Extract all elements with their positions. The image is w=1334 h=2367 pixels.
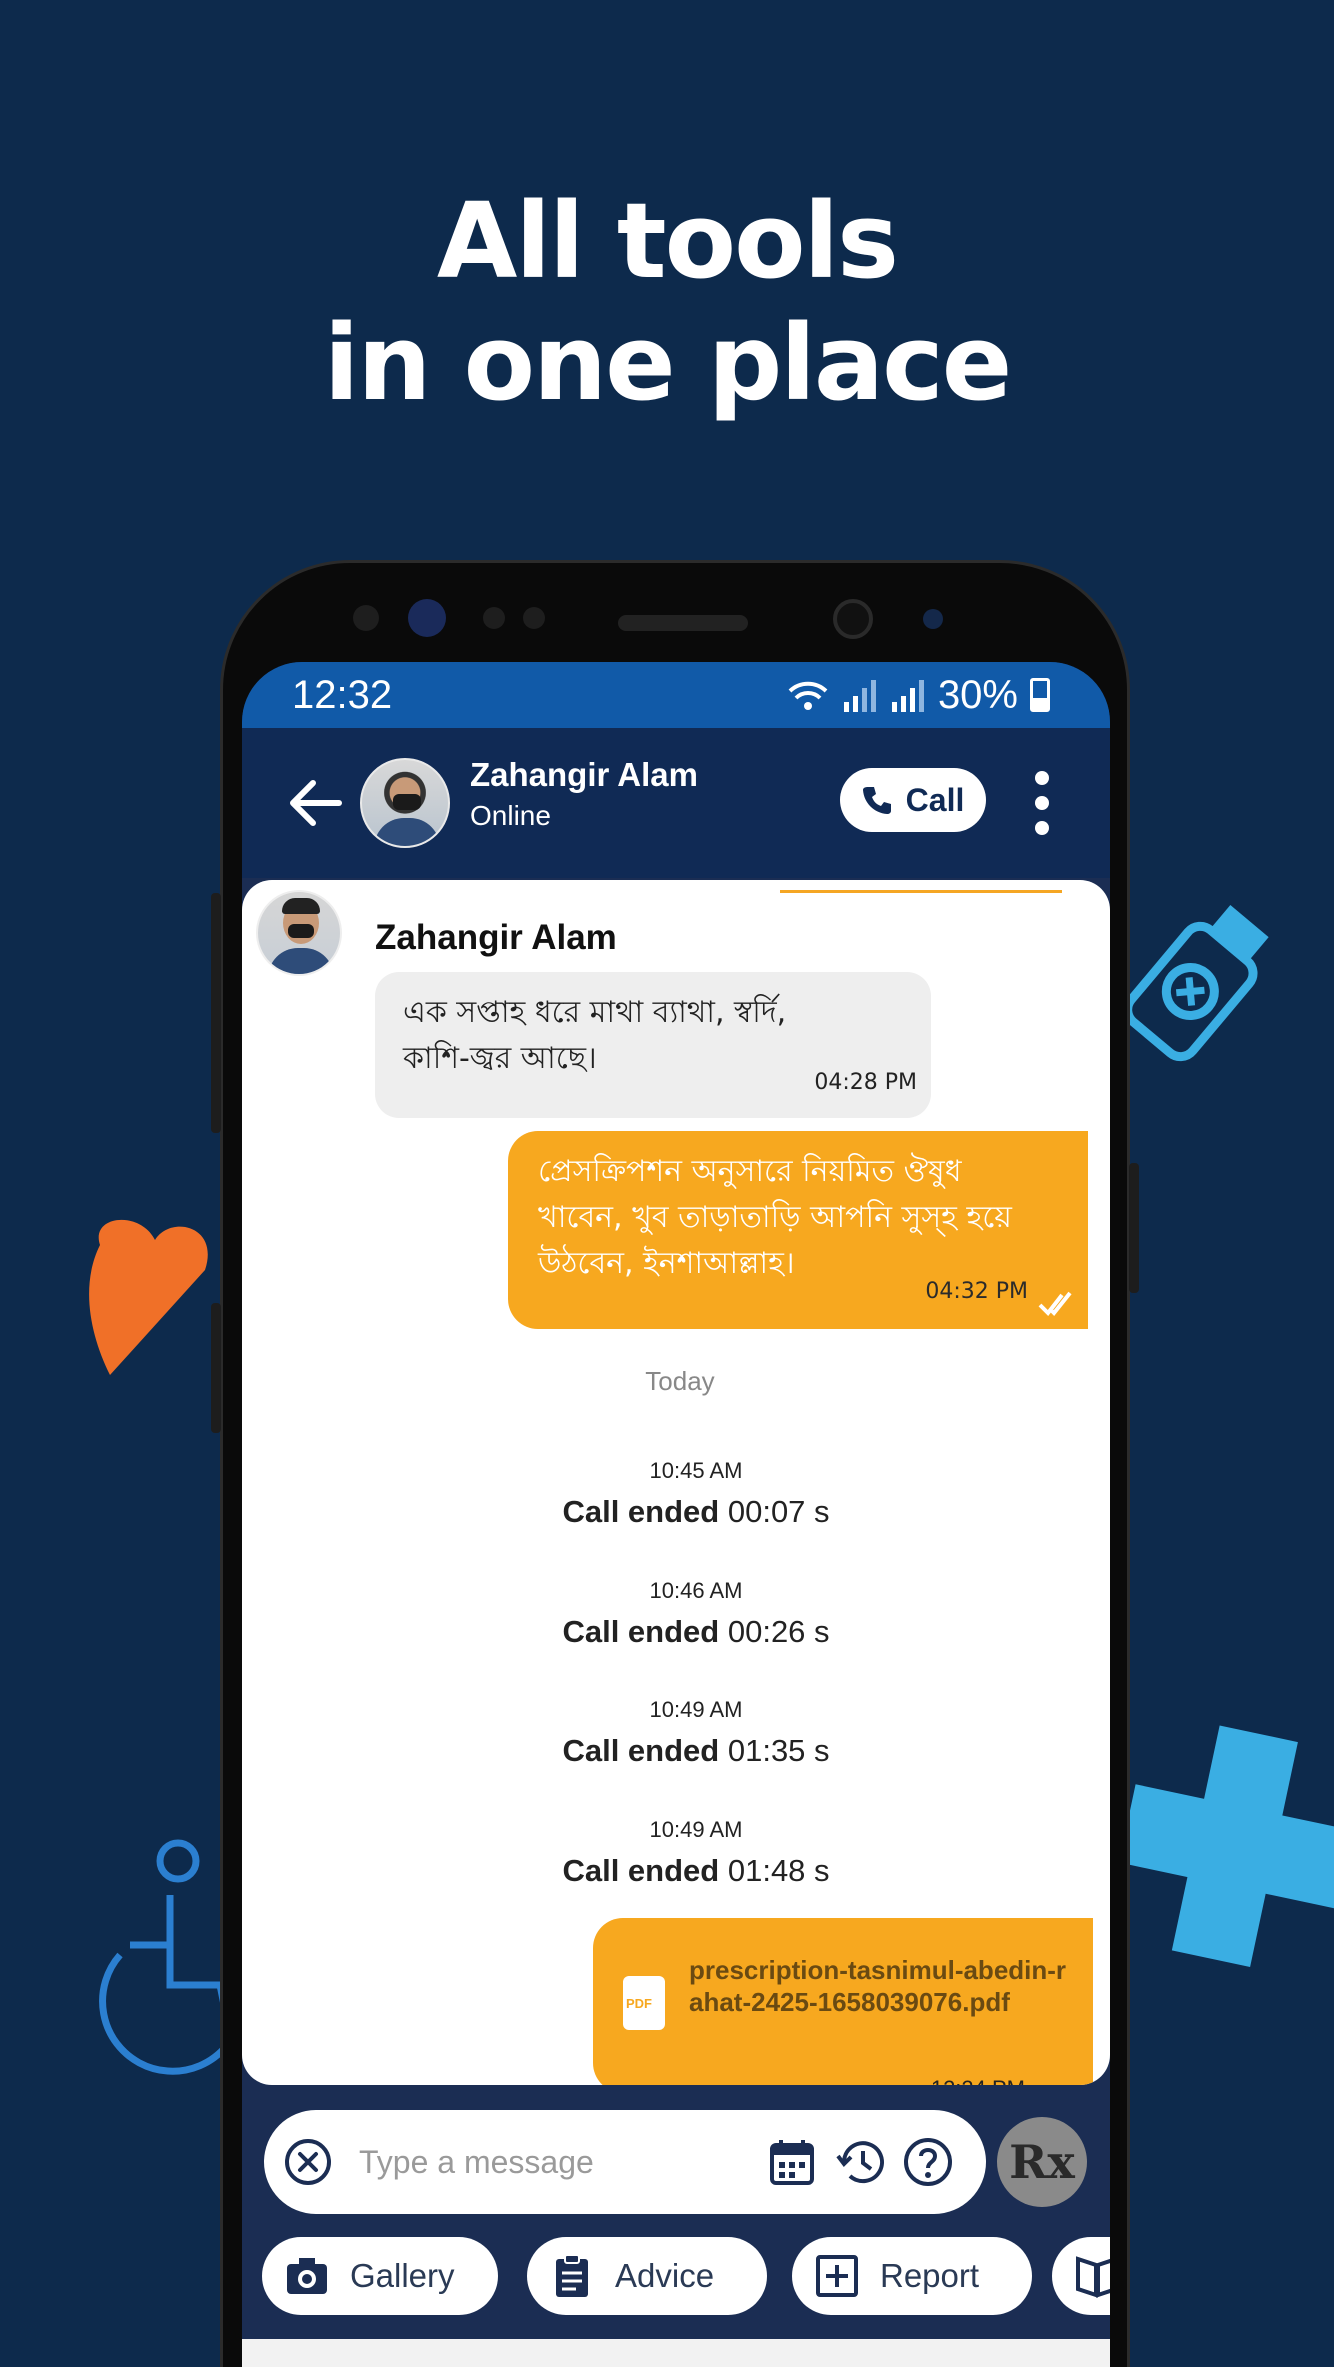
clear-icon[interactable] <box>284 2138 332 2186</box>
pdf-file-icon: PDF <box>623 1976 665 2030</box>
call-log-time: 10:49 AM <box>649 1817 743 1842</box>
help-icon[interactable] <box>902 2136 954 2188</box>
heart-icon <box>89 1219 208 1375</box>
call-log-label: Call ended <box>562 1853 720 1888</box>
calendar-icon[interactable] <box>769 2138 815 2186</box>
gallery-button[interactable]: Gallery <box>262 2237 498 2315</box>
phone-screen: 12:32 30% Zahangir Alam Online Call Zaha… <box>242 662 1110 2367</box>
outgoing-message-bubble[interactable]: প্রেসক্রিপশন অনুসারে নিয়মিত ঔষুধ খাবেন,… <box>508 1131 1088 1329</box>
wheelchair-icon <box>99 1839 240 2075</box>
gallery-label: Gallery <box>350 2257 455 2294</box>
call-log-text: Call ended 01:35 s <box>282 1733 1110 1769</box>
more-actions-button[interactable] <box>1052 2237 1110 2315</box>
signal-icon-2 <box>891 680 924 712</box>
advice-button[interactable]: Advice <box>527 2237 767 2315</box>
call-log-entry: 10:49 AM Call ended 01:48 s <box>242 1817 1110 1889</box>
status-indicators: 30% <box>786 673 1050 718</box>
message-composer <box>264 2110 986 2214</box>
call-log-duration: 01:48 s <box>727 1853 830 1888</box>
phone-icon <box>862 787 891 814</box>
call-button-label: Call <box>905 781 965 818</box>
call-log-text: Call ended 00:07 s <box>282 1494 1110 1530</box>
call-log-text: Call ended 00:26 s <box>282 1614 1110 1650</box>
call-log-label: Call ended <box>562 1494 720 1529</box>
wifi-icon <box>788 681 828 710</box>
prescription-button[interactable]: Rx <box>997 2117 1087 2207</box>
hero-line-2: in one place <box>323 302 1013 424</box>
chat-app-bar: Zahangir Alam Online Call <box>242 728 1110 878</box>
message-text-line: প্রেসক্রিপশন অনুসারে নিয়মিত ঔষুধ <box>538 1154 962 1189</box>
rx-label: Rx <box>1009 2135 1075 2189</box>
day-separator: Today <box>645 1366 715 1396</box>
call-log-time: 10:46 AM <box>649 1578 743 1603</box>
file-message-bubble[interactable]: PDF prescription-tasnimul-abedin-rahat-2… <box>593 1918 1093 2085</box>
status-time: 12:32 <box>292 672 393 717</box>
call-log-entry: 10:45 AM Call ended 00:07 s <box>242 1458 1110 1530</box>
medicine-bottle-icon <box>1123 904 1269 1062</box>
history-icon[interactable] <box>836 2136 888 2188</box>
signal-icon <box>843 680 876 712</box>
message-time: 04:28 PM <box>814 1070 917 1095</box>
back-arrow-icon[interactable] <box>287 773 347 833</box>
battery-icon <box>1030 678 1050 712</box>
message-text-line: খাবেন, খুব তাড়াতাড়ি আপনি সুস্হ হয়ে <box>538 1200 1012 1235</box>
call-log-label: Call ended <box>562 1733 720 1768</box>
advice-label: Advice <box>615 2257 715 2294</box>
contact-name[interactable]: Zahangir Alam <box>470 756 698 794</box>
call-log-time: 10:49 AM <box>649 1697 743 1722</box>
report-button[interactable]: Report <box>792 2237 1032 2315</box>
add-box-icon <box>816 2255 858 2297</box>
report-label: Report <box>880 2257 980 2294</box>
sender-avatar[interactable] <box>256 890 342 976</box>
more-options-icon[interactable] <box>1032 768 1052 838</box>
call-button[interactable]: Call <box>840 768 986 832</box>
medical-cross-icon <box>1125 1725 1334 1968</box>
camera-icon <box>287 2258 327 2294</box>
contact-avatar[interactable] <box>360 758 450 848</box>
call-log-duration: 01:35 s <box>727 1733 830 1768</box>
hero-headline: All tools in one place <box>0 180 1334 424</box>
double-check-icon <box>1038 1291 1072 1317</box>
call-log-text: Call ended 01:48 s <box>282 1853 1110 1889</box>
call-log-duration: 00:26 s <box>727 1614 830 1649</box>
phone-sensors <box>223 563 1127 663</box>
file-name[interactable]: prescription-tasnimul-abedin-rahat-2425-… <box>689 1954 1069 2018</box>
message-time: 12:24 PM <box>931 2076 1025 2085</box>
incoming-message-bubble[interactable]: এক সপ্তাহ ধরে মাথা ব্যাথা, স্বর্দি, কাশি… <box>375 972 931 1118</box>
message-input[interactable] <box>359 2134 719 2190</box>
clipboard-icon <box>556 2254 588 2297</box>
call-log-label: Call ended <box>562 1614 720 1649</box>
message-time: 04:32 PM <box>925 1279 1028 1304</box>
call-log-entry: 10:49 AM Call ended 01:35 s <box>242 1697 1110 1769</box>
bottom-strip <box>242 2339 1110 2367</box>
sender-name: Zahangir Alam <box>375 918 617 957</box>
hero-line-1: All tools <box>436 180 899 302</box>
call-log-duration: 00:07 s <box>727 1494 830 1529</box>
chat-thread[interactable]: Zahangir Alam এক সপ্তাহ ধরে মাথা ব্যাথা,… <box>242 880 1110 2085</box>
call-log-entry: 10:46 AM Call ended 00:26 s <box>242 1578 1110 1650</box>
divider <box>780 890 1062 893</box>
call-log-time: 10:45 AM <box>649 1458 743 1483</box>
message-text-line: এক সপ্তাহ ধরে মাথা ব্যাথা, স্বর্দি, <box>403 995 787 1030</box>
status-bar: 12:32 30% <box>242 662 1110 728</box>
battery-percent: 30% <box>937 672 1018 717</box>
book-icon <box>1076 2256 1110 2298</box>
pdf-icon-label: PDF <box>626 1996 652 2011</box>
contact-status: Online <box>470 800 551 831</box>
quick-actions-bar: Gallery Advice Report <box>262 2237 1110 2317</box>
